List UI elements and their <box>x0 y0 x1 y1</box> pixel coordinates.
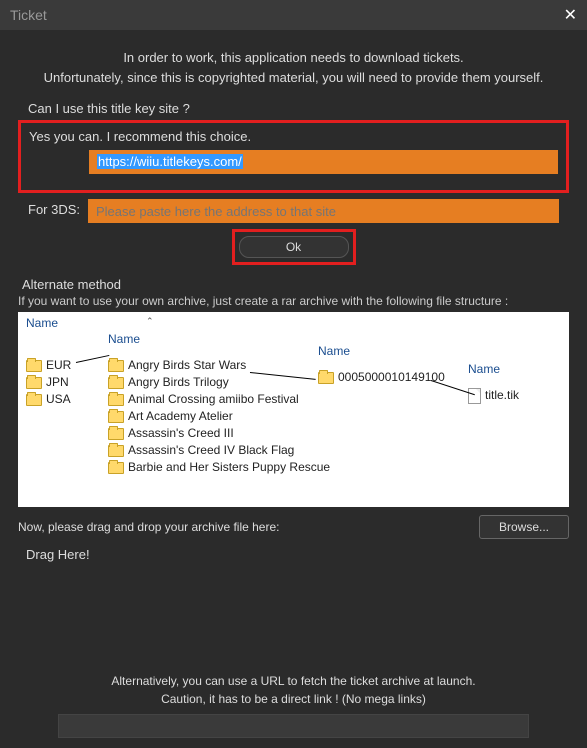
file-icon <box>468 388 481 404</box>
folder-icon <box>108 377 124 389</box>
tik-file: title.tik <box>468 388 519 404</box>
folder-icon <box>108 445 124 457</box>
folder-icon <box>26 377 42 389</box>
game-folder: Art Academy Atelier <box>108 409 330 423</box>
intro-text: In order to work, this application needs… <box>18 48 569 87</box>
folder-icon <box>108 411 124 423</box>
titlebar: Ticket ✕ <box>0 0 587 30</box>
alt-url-line2: Caution, it has to be a direct link ! (N… <box>18 690 569 708</box>
window-title: Ticket <box>10 7 47 23</box>
intro-line-2: Unfortunately, since this is copyrighted… <box>18 68 569 88</box>
folder-icon <box>26 394 42 406</box>
recommend-highlight-box: Yes you can. I recommend this choice. ht… <box>18 120 569 193</box>
folder-icon <box>108 428 124 440</box>
arrow-line <box>76 355 109 363</box>
game-folder: Assassin's Creed III <box>108 426 330 440</box>
game-folder: Barbie and Her Sisters Puppy Rescue <box>108 460 330 474</box>
region-folder: USA <box>26 392 71 406</box>
3ds-url-input[interactable] <box>88 199 559 223</box>
region-folder: JPN <box>26 375 71 389</box>
wiiu-url-input[interactable]: https://wiiu.titlekeys.com/ <box>89 150 558 174</box>
folder-icon <box>318 372 334 384</box>
game-folder: Animal Crossing amiibo Festival <box>108 392 330 406</box>
col3-header: Name <box>318 344 445 358</box>
url-input[interactable] <box>58 714 529 738</box>
game-folder: Assassin's Creed IV Black Flag <box>108 443 330 457</box>
recommend-text: Yes you can. I recommend this choice. <box>29 129 558 144</box>
drag-here-zone[interactable]: Drag Here! <box>26 547 569 562</box>
ok-button[interactable]: Ok <box>239 236 349 258</box>
col2-header: Name <box>108 332 330 346</box>
alt-url-line1: Alternatively, you can use a URL to fetc… <box>18 672 569 690</box>
folder-icon <box>108 394 124 406</box>
for-3ds-label: For 3DS: <box>28 199 88 223</box>
question-label: Can I use this title key site ? <box>28 101 569 116</box>
intro-line-1: In order to work, this application needs… <box>18 48 569 68</box>
region-folder: EUR <box>26 358 71 372</box>
close-icon[interactable]: ✕ <box>564 5 577 25</box>
wiiu-spacer <box>29 150 89 174</box>
wiiu-url-selected: https://wiiu.titlekeys.com/ <box>97 154 243 169</box>
file-structure-view: ⌃ Name EUR JPN USA Name Angry Birds Star… <box>18 312 569 507</box>
folder-icon <box>26 360 42 372</box>
sort-caret-icon: ⌃ <box>146 316 154 327</box>
folder-icon <box>108 462 124 474</box>
alternate-method-label: Alternate method <box>22 277 569 292</box>
game-folder: Angry Birds Star Wars <box>108 358 330 372</box>
col1-header: Name <box>26 316 71 330</box>
ok-highlight-box: Ok <box>232 229 356 265</box>
titleid-folder: 0005000010149100 <box>318 370 445 384</box>
drop-instruction: Now, please drag and drop your archive f… <box>18 520 479 534</box>
col4-header: Name <box>468 362 519 376</box>
folder-icon <box>108 360 124 372</box>
alternate-desc: If you want to use your own archive, jus… <box>18 294 569 308</box>
browse-button[interactable]: Browse... <box>479 515 569 539</box>
